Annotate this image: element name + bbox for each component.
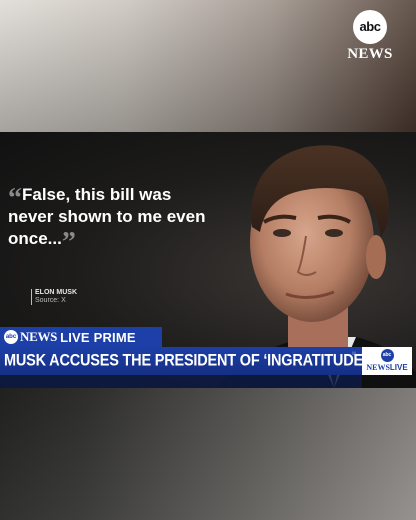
quote-text: “False, this bill was never shown to me … bbox=[8, 183, 218, 257]
lower-strip bbox=[0, 375, 362, 388]
quote-attribution: ELON MUSK Source: X bbox=[31, 289, 77, 305]
live-abc-circle: abc bbox=[380, 349, 394, 362]
abc-logo-small: abc bbox=[4, 330, 18, 344]
attribution-source: Source: X bbox=[35, 297, 66, 304]
video-frame[interactable]: “False, this bill was never shown to me … bbox=[0, 132, 416, 388]
abc-logo-circle: abc bbox=[353, 10, 387, 44]
abc-logo-news-text: NEWS bbox=[347, 46, 393, 62]
live-logo-live: LIVE bbox=[389, 363, 408, 372]
show-live-prime-text: LIVE PRIME bbox=[60, 329, 136, 345]
live-logo-news: NEWS bbox=[366, 363, 390, 372]
headline-bar: MUSK ACCUSES THE PRESIDENT OF ‘INGRATITU… bbox=[0, 347, 367, 375]
abc-news-live-logo: abc NEWSLIVE bbox=[362, 347, 412, 375]
quote-body: False, this bill was never shown to me e… bbox=[8, 185, 206, 248]
show-name-bar: abc NEWS LIVE PRIME bbox=[0, 327, 162, 347]
abc-news-logo: abc NEWS bbox=[344, 10, 396, 63]
decorative-tag: |||| bbox=[351, 350, 356, 355]
attribution-name: ELON MUSK bbox=[35, 289, 77, 296]
open-quote-mark: “ bbox=[8, 183, 22, 214]
close-quote-mark: ” bbox=[61, 227, 76, 258]
show-news-text: NEWS bbox=[20, 329, 58, 344]
live-logo-text: NEWSLIVE bbox=[362, 362, 412, 373]
blurred-background-bottom bbox=[0, 388, 416, 520]
headline-text: MUSK ACCUSES THE PRESIDENT OF ‘INGRATITU… bbox=[4, 351, 367, 371]
